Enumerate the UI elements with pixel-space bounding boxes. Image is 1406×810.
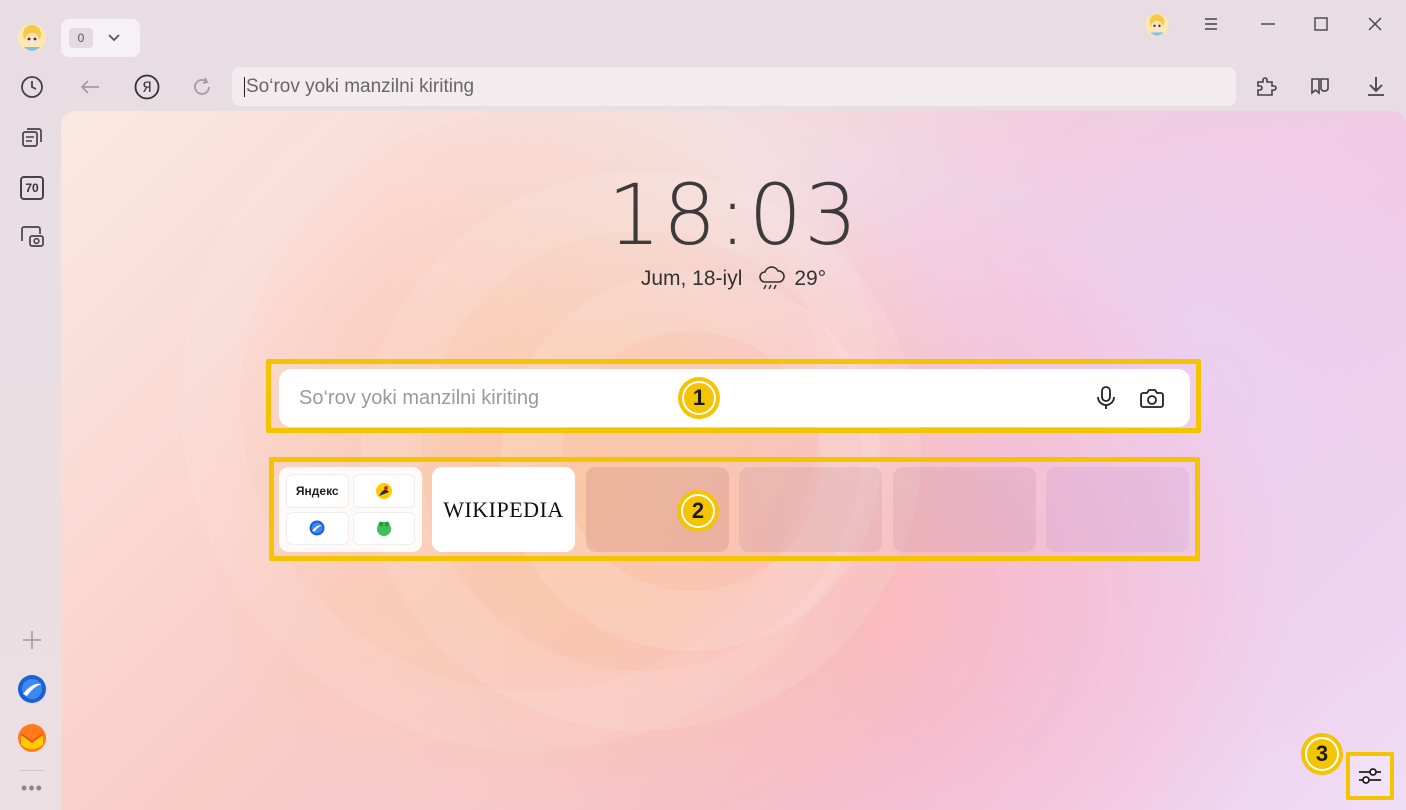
search-input[interactable]: So‘rov yoki manzilni kiriting: [279, 369, 1190, 427]
menu-icon[interactable]: [1196, 10, 1226, 38]
maps-icon: [375, 482, 393, 500]
callout-badge-3: 3: [1301, 733, 1343, 775]
sidebar-divider: [20, 770, 44, 771]
screenshot-icon[interactable]: [16, 221, 48, 253]
music-mini-tile[interactable]: [352, 511, 415, 545]
account-avatar-icon[interactable]: [1141, 9, 1173, 41]
history-clock-icon[interactable]: [16, 71, 48, 103]
speed-dial-empty-tile[interactable]: [739, 467, 882, 552]
speed-dial-empty-tile[interactable]: [893, 467, 1036, 552]
maximize-icon[interactable]: [1306, 10, 1336, 38]
svg-text:Я: Я: [142, 80, 152, 96]
tabs-counter-button[interactable]: 0: [61, 19, 140, 57]
yandex-mini-label: Яндекс: [295, 483, 339, 498]
collections-icon[interactable]: [1304, 70, 1336, 102]
address-bar-placeholder: So‘rov yoki manzilni kiriting: [246, 75, 475, 97]
browser-mini-tile[interactable]: [286, 511, 349, 545]
callout-number: 2: [681, 494, 715, 528]
frog-icon: [375, 519, 393, 537]
shield-70-label: 70: [20, 176, 44, 200]
callout-badge-1: 1: [678, 377, 720, 419]
sliders-icon: [1357, 765, 1383, 787]
tabs-list-icon[interactable]: [16, 121, 48, 153]
callout-number: 3: [1305, 737, 1339, 771]
mail-app-icon[interactable]: [16, 722, 48, 754]
customize-settings-button[interactable]: [1346, 752, 1394, 800]
speed-dial-empty-tile[interactable]: [1046, 467, 1189, 552]
temperature: 29°: [794, 267, 827, 290]
more-icon[interactable]: •••: [16, 776, 48, 800]
address-bar[interactable]: So‘rov yoki manzilni kiriting: [232, 67, 1236, 106]
camera-search-icon[interactable]: [1136, 382, 1168, 414]
yandex-logo-icon[interactable]: Я: [130, 70, 164, 104]
speed-dial-group-tile[interactable]: Яндекс: [279, 467, 422, 552]
weather-widget[interactable]: 29°: [758, 266, 826, 292]
tab-count: 0: [69, 28, 93, 48]
new-tab-page: 18:03 Jum, 18-iyl 29° So‘rov yoki manzil…: [61, 111, 1406, 810]
callout-badge-2: 2: [677, 490, 719, 532]
browser-app-icon[interactable]: [16, 673, 48, 705]
chevron-down-icon: [107, 33, 121, 43]
profile-avatar-icon[interactable]: [14, 20, 50, 56]
clock: 18:03: [607, 166, 860, 264]
yandex-mini-tile[interactable]: Яндекс: [286, 474, 349, 508]
download-icon[interactable]: [1360, 70, 1392, 102]
browser-icon: [309, 520, 325, 536]
close-icon[interactable]: [1360, 10, 1390, 38]
shield-70-badge[interactable]: 70: [16, 172, 48, 204]
callout-number: 1: [682, 381, 716, 415]
reload-icon[interactable]: [186, 72, 218, 102]
text-caret: [244, 76, 245, 97]
date-weather-row: Jum, 18-iyl 29°: [61, 266, 1406, 292]
maps-mini-tile[interactable]: [352, 474, 415, 508]
back-arrow-icon[interactable]: [74, 72, 106, 102]
extensions-icon[interactable]: [1250, 70, 1282, 102]
microphone-icon[interactable]: [1090, 382, 1122, 414]
add-panel-icon[interactable]: [16, 624, 48, 656]
date-text: Jum, 18-iyl: [640, 267, 743, 290]
speed-dial-wikipedia-tile[interactable]: WIKIPEDIA: [432, 467, 575, 552]
rain-cloud-icon: [758, 266, 786, 292]
minimize-icon[interactable]: [1253, 10, 1283, 38]
wikipedia-logo-text: WIKIPEDIA: [443, 496, 564, 522]
